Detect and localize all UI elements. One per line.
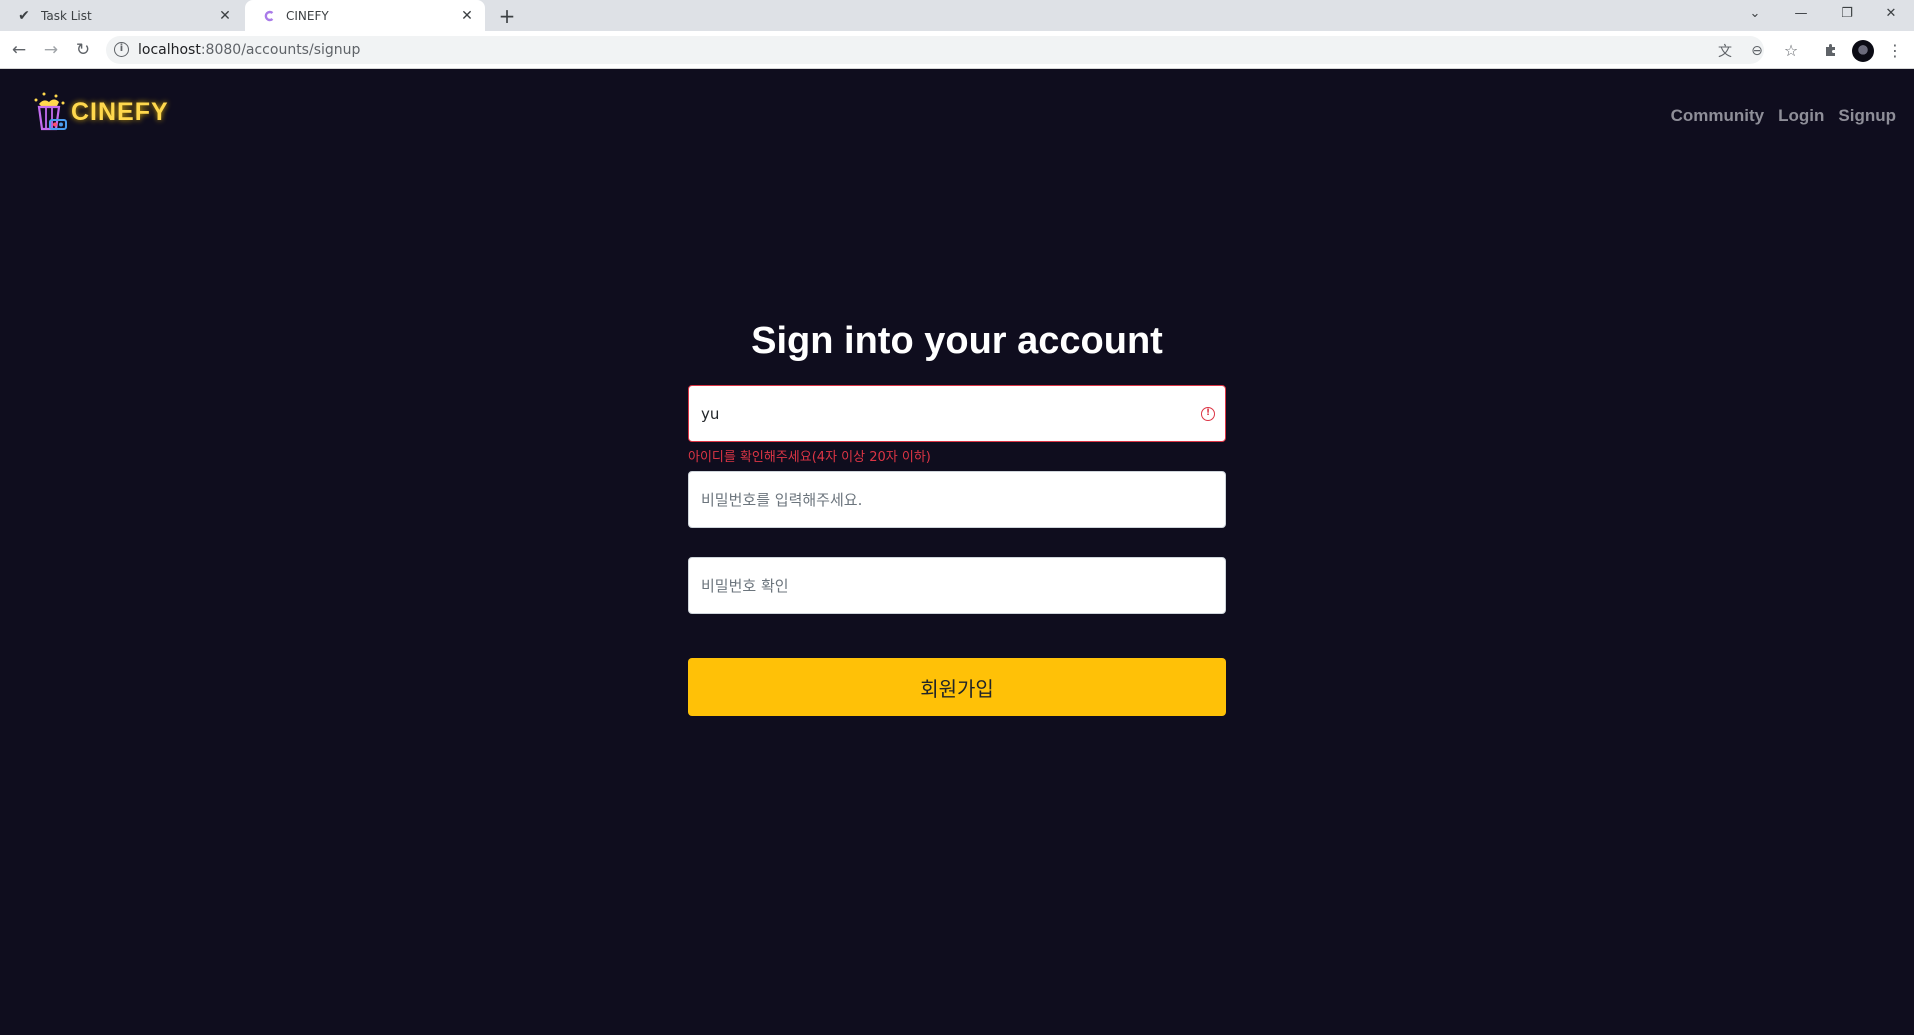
page-title: Sign into your account (751, 320, 1163, 362)
address-bar[interactable]: i localhost:8080/accounts/signup 文 ⊖ (106, 36, 1764, 64)
error-icon: ! (1201, 407, 1215, 421)
extensions-icon[interactable] (1818, 37, 1844, 63)
tab-search-icon[interactable]: ⌄ (1732, 0, 1778, 26)
password-input[interactable] (688, 471, 1226, 528)
close-icon[interactable]: ✕ (457, 6, 477, 26)
browser-tabstrip: ✔ Task List ✕ CINEFY ✕ + ⌄ — ❐ ✕ (0, 0, 1914, 31)
cinefy-logo[interactable]: CINEFY (30, 90, 169, 134)
tab-title: CINEFY (286, 8, 329, 23)
minimize-button[interactable]: — (1778, 0, 1824, 26)
tab-task-list[interactable]: ✔ Task List ✕ (0, 0, 243, 31)
main-nav: Community Login Signup (1671, 106, 1896, 126)
browser-toolbar: ← → ↻ i localhost:8080/accounts/signup 文… (0, 31, 1914, 69)
close-window-button[interactable]: ✕ (1868, 0, 1914, 26)
url-text: localhost:8080/accounts/signup (138, 42, 360, 58)
menu-icon[interactable]: ⋮ (1882, 37, 1908, 63)
back-icon[interactable]: ← (6, 37, 32, 63)
close-icon[interactable]: ✕ (215, 6, 235, 26)
popcorn-logo-icon (30, 90, 70, 134)
nav-login[interactable]: Login (1778, 106, 1824, 126)
translate-icon[interactable]: 文 (1714, 40, 1736, 62)
signup-button[interactable]: 회원가입 (688, 658, 1226, 716)
username-input[interactable] (688, 385, 1226, 442)
nav-community[interactable]: Community (1671, 106, 1765, 126)
checkmark-icon: ✔ (18, 7, 30, 24)
forward-icon[interactable]: → (38, 37, 64, 63)
zoom-icon[interactable]: ⊖ (1746, 40, 1768, 62)
password-confirm-input[interactable] (688, 557, 1226, 614)
url-path: :8080/accounts/signup (200, 42, 361, 58)
cinefy-favicon (261, 8, 277, 24)
nav-signup[interactable]: Signup (1838, 106, 1896, 126)
restore-button[interactable]: ❐ (1824, 0, 1870, 26)
logo-text: CINEFY (71, 97, 169, 126)
bookmark-star-icon[interactable]: ☆ (1778, 37, 1804, 63)
profile-avatar[interactable] (1852, 40, 1874, 62)
info-icon[interactable]: i (114, 42, 129, 57)
url-host: localhost (138, 42, 201, 58)
page-content: CINEFY Community Login Signup Sign into … (0, 70, 1914, 1035)
new-tab-button[interactable]: + (494, 3, 520, 29)
username-error-message: 아이디를 확인해주세요(4자 이상 20자 이하) (688, 450, 931, 465)
tab-cinefy[interactable]: CINEFY ✕ (245, 0, 485, 31)
tab-title: Task List (41, 8, 92, 23)
reload-icon[interactable]: ↻ (70, 37, 96, 63)
